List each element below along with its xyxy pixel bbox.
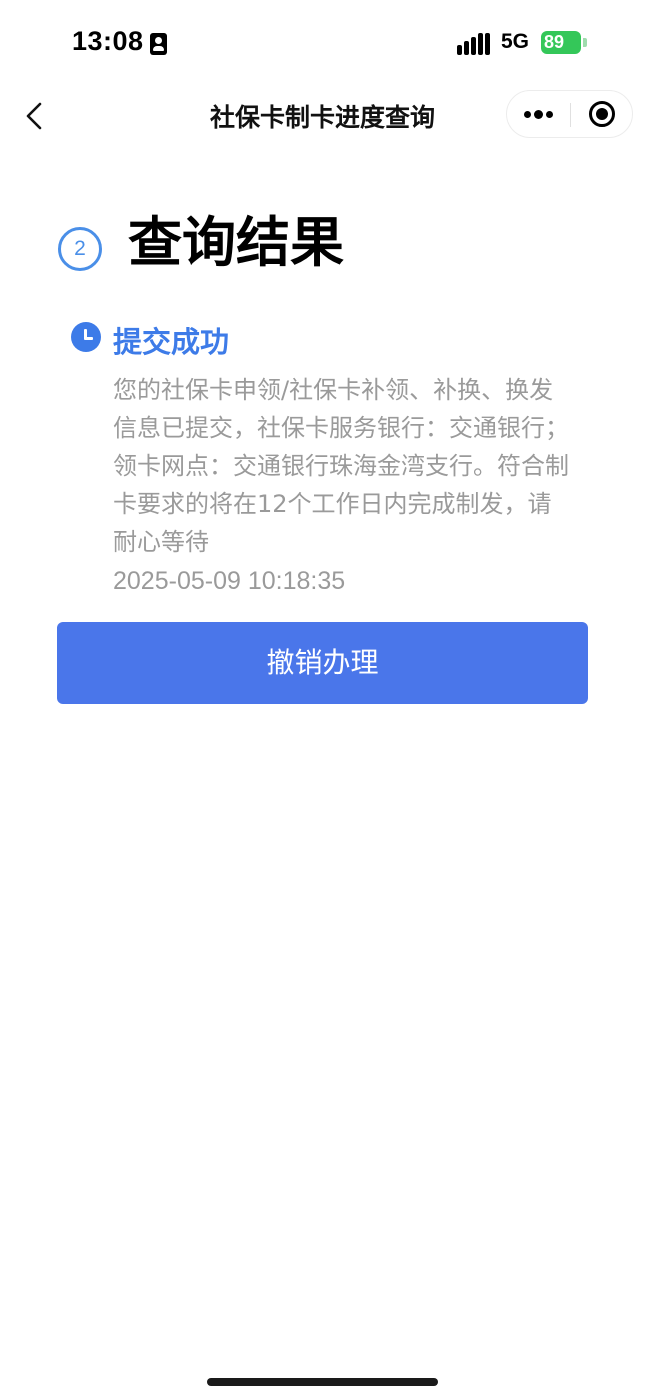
status-description: 您的社保卡申领/社保卡补领、补换、换发信息已提交，社保卡服务银行：交通银行；领卡… bbox=[113, 376, 569, 556]
network-type: 5G bbox=[501, 30, 530, 53]
chevron-left-icon bbox=[26, 102, 42, 130]
clock-icon bbox=[71, 322, 101, 352]
more-button[interactable] bbox=[507, 91, 570, 137]
target-dot bbox=[596, 108, 608, 120]
more-dots-icon bbox=[524, 111, 531, 118]
status-bar: 13:08 5G 89 bbox=[0, 0, 645, 88]
result-heading: 查询结果 bbox=[128, 211, 344, 274]
close-miniapp-button[interactable] bbox=[571, 91, 633, 137]
back-button[interactable] bbox=[18, 96, 58, 136]
cancel-application-button[interactable]: 撤销办理 bbox=[57, 622, 588, 704]
clock-time: 13:08 bbox=[72, 26, 144, 56]
nav-bar: 社保卡制卡进度查询 bbox=[0, 88, 645, 144]
battery-level: 89 bbox=[544, 32, 565, 52]
home-indicator[interactable] bbox=[207, 1378, 438, 1386]
id-card-icon bbox=[150, 33, 167, 55]
miniapp-capsule bbox=[506, 90, 633, 138]
signal-icon bbox=[457, 33, 491, 55]
status-timestamp: 2025-05-09 10:18:35 bbox=[113, 567, 346, 595]
status-title: 提交成功 bbox=[113, 325, 230, 359]
battery-charging-icon: 89 bbox=[541, 31, 581, 54]
battery-cap bbox=[583, 38, 587, 47]
step-number-badge: 2 bbox=[58, 227, 102, 271]
